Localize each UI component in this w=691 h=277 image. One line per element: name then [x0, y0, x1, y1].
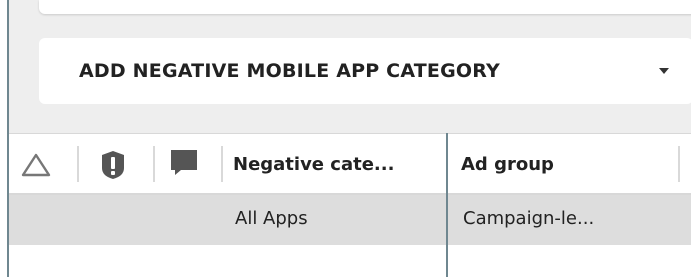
negative-category-cell: All Apps: [235, 208, 308, 229]
header-separator: [678, 146, 680, 182]
toolbar-panel: ADD NEGATIVE MOBILE APP CATEGORY: [9, 0, 691, 133]
comment-column-header[interactable]: [161, 134, 221, 194]
alert-column-header[interactable]: [93, 134, 149, 194]
warning-triangle-icon: [21, 153, 51, 177]
negative-categories-table: Negative cate... Ad group All Apps Campa…: [9, 133, 691, 277]
comment-icon: [169, 148, 199, 176]
left-border: [0, 0, 9, 277]
negative-category-column-header[interactable]: Negative cate...: [233, 134, 443, 194]
add-negative-category-button[interactable]: ADD NEGATIVE MOBILE APP CATEGORY: [39, 38, 691, 104]
caret-down-icon[interactable]: [659, 68, 669, 74]
warning-column-header[interactable]: [17, 134, 57, 194]
top-card-edge: [39, 0, 691, 14]
ad-group-column-header[interactable]: Ad group: [461, 134, 671, 194]
alert-exclamation-icon: [99, 150, 127, 180]
table-header-row: Negative cate... Ad group: [9, 133, 691, 195]
negative-category-header-label: Negative cate...: [233, 153, 395, 175]
table-row[interactable]: All Apps Campaign-le...: [9, 195, 691, 245]
column-divider[interactable]: [446, 133, 448, 277]
header-separator: [153, 146, 155, 182]
ad-group-cell[interactable]: Campaign-le...: [463, 208, 594, 229]
add-negative-category-label: ADD NEGATIVE MOBILE APP CATEGORY: [79, 60, 500, 82]
header-separator: [221, 146, 223, 182]
ad-group-header-label: Ad group: [461, 153, 554, 175]
header-separator: [77, 146, 79, 182]
